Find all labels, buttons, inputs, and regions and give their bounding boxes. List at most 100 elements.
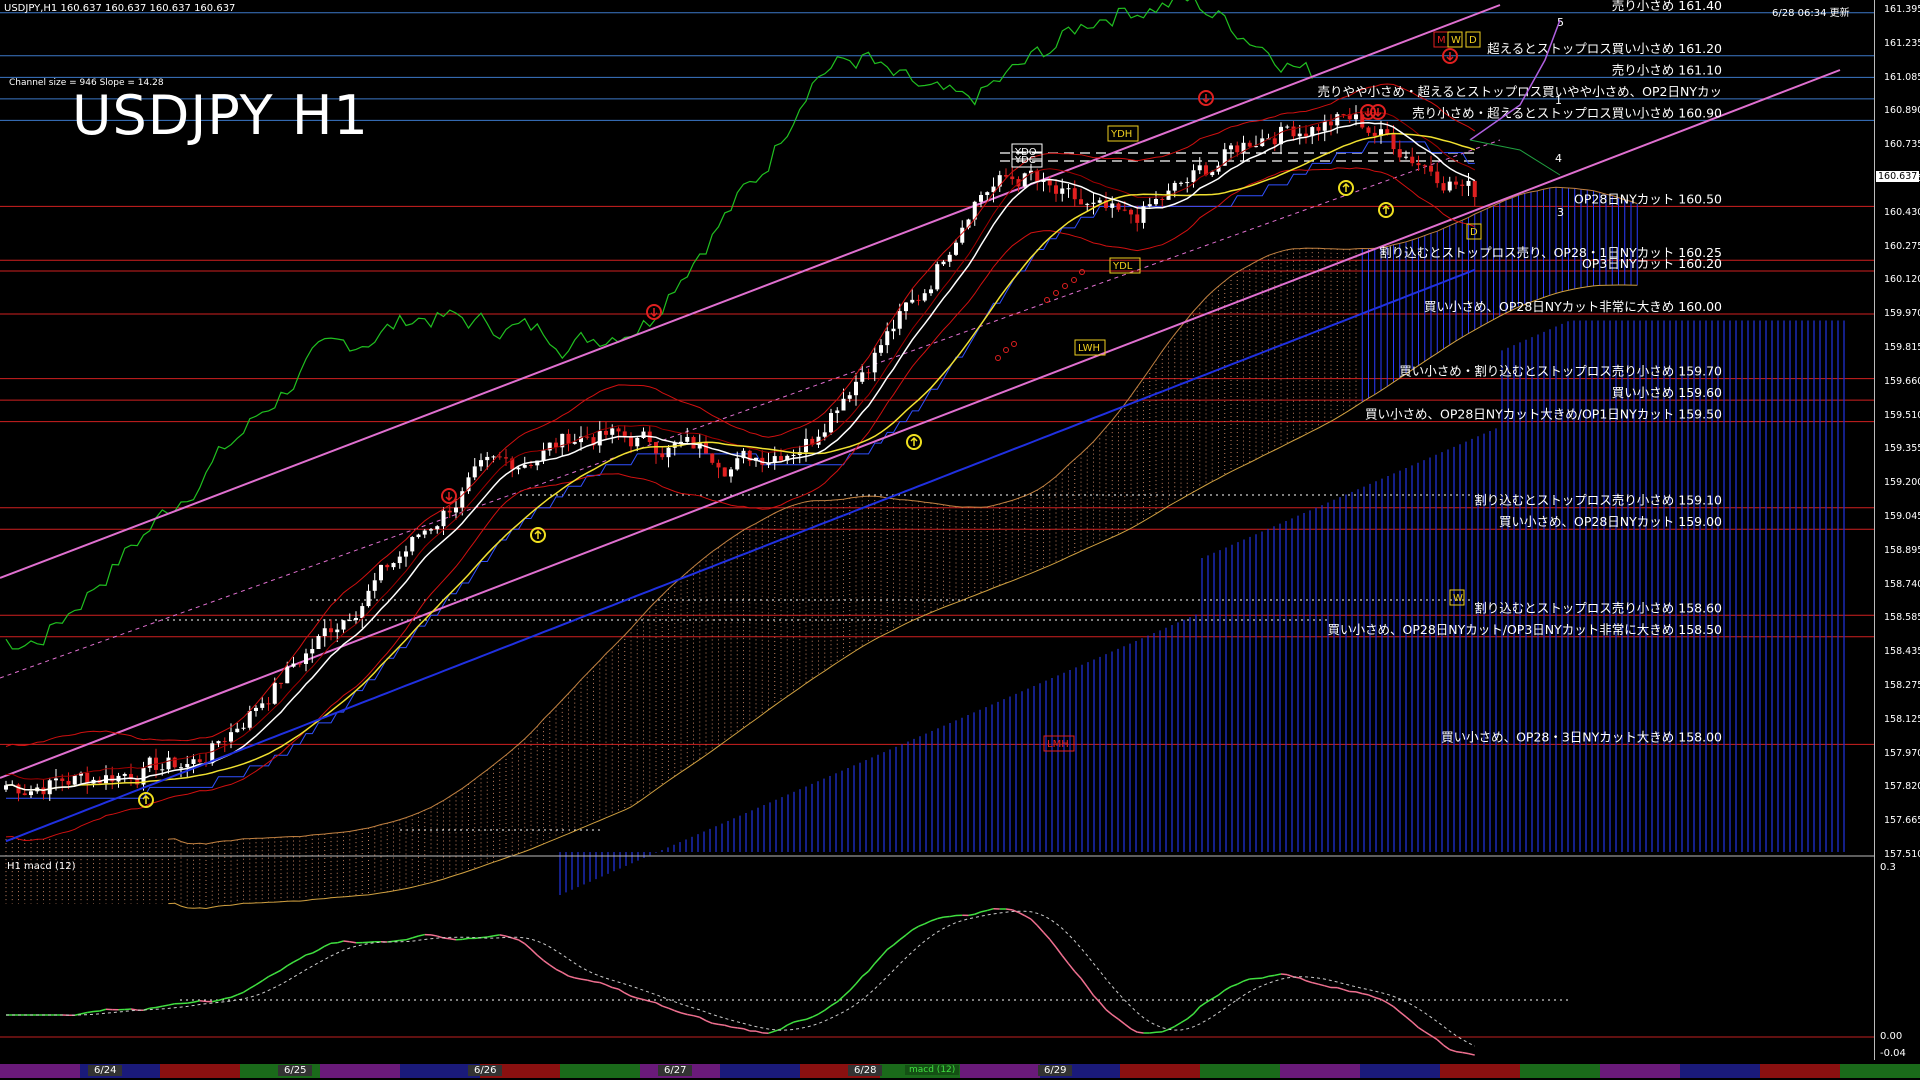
candle-body <box>1235 145 1240 153</box>
candle-body <box>16 784 21 794</box>
candle-body <box>72 775 77 785</box>
candle-body <box>1304 133 1308 137</box>
candle-body <box>654 442 658 454</box>
candle-body <box>985 192 990 196</box>
time-segment <box>1120 1064 1200 1078</box>
indicator-tag: macd (12) <box>905 1065 960 1075</box>
price-axis-tick: 157.665 <box>1884 815 1920 827</box>
candle-body <box>216 741 221 744</box>
candle-body <box>941 261 946 265</box>
candle-body <box>160 769 165 771</box>
candle-body <box>447 510 452 513</box>
candle-body <box>1291 126 1296 137</box>
candle-body <box>229 732 233 742</box>
candle-body <box>622 431 627 437</box>
macd-line <box>1137 1031 1144 1034</box>
price-axis-tick: 158.585 <box>1884 612 1920 624</box>
candle-body <box>372 580 377 591</box>
candle-body <box>1441 183 1446 191</box>
candle-body <box>1010 176 1015 180</box>
price-axis[interactable] <box>1874 0 1920 1060</box>
candle-body <box>47 780 52 795</box>
candle-body <box>147 757 152 768</box>
macd-line <box>1268 974 1275 978</box>
price-axis-tick: 159.815 <box>1884 342 1920 353</box>
price-axis-tick: 158.275 <box>1884 680 1920 691</box>
candle-body <box>554 442 558 448</box>
time-segment <box>1680 1064 1760 1078</box>
candle-body <box>1172 182 1177 191</box>
marker-monthly: M <box>1437 35 1446 46</box>
candle-body <box>585 436 590 438</box>
candle-body <box>891 328 896 332</box>
candle-body <box>335 629 340 633</box>
time-axis[interactable]: 6/24 6/25 6/26 6/27 6/28 6/29 macd (12) <box>0 1062 1920 1080</box>
current-price-tag: 160.637 <box>1876 170 1920 182</box>
candle-body <box>54 778 58 781</box>
price-axis-tick: 159.200 <box>1884 477 1920 489</box>
time-segment <box>1760 1064 1840 1078</box>
candle-body <box>779 456 783 461</box>
price-level-label: OP3日NYカット 160.20 <box>1582 256 1722 271</box>
candle-body <box>354 617 358 621</box>
price-axis-tick: 161.085 <box>1884 71 1920 83</box>
price-axis-tick: 159.970 <box>1884 308 1920 320</box>
price-axis-tick: 158.740 <box>1884 578 1920 590</box>
price-level-label: 買い小さめ、OP28・3日NYカット大きめ 158.00 <box>1441 729 1722 744</box>
candle-body <box>341 620 346 630</box>
candle-body <box>22 793 27 796</box>
price-axis-tick: 159.355 <box>1884 443 1920 455</box>
candle-body <box>191 759 196 765</box>
candle-body <box>529 464 533 466</box>
price-axis-tick: 161.235 <box>1884 37 1920 49</box>
macd-line <box>949 914 957 918</box>
update-time: 6/28 06:34 更新 <box>1772 8 1850 19</box>
candle-body <box>1135 214 1140 223</box>
candle-body <box>1285 126 1290 128</box>
price-level-label: 買い小さめ 159.60 <box>1612 385 1722 400</box>
candle-body <box>541 450 546 461</box>
time-segment <box>1280 1064 1360 1078</box>
candle-body <box>1279 126 1283 145</box>
marker-ydl: YDL <box>1112 261 1133 272</box>
candle-body <box>860 372 865 382</box>
candle-body <box>660 453 665 458</box>
candle-body <box>729 469 733 477</box>
candle-body <box>260 703 265 708</box>
price-chart[interactable]: 売り小さめ 161.40 超えるとストップロス買い小さめ 161.20 売り小さめ … <box>0 0 1920 1080</box>
candle-body <box>66 780 71 785</box>
candle-body <box>379 564 383 581</box>
candle-body <box>266 703 271 705</box>
candle-body <box>1122 209 1127 211</box>
price-level-label: 買い小さめ、OP28日NYカット 159.00 <box>1499 514 1722 529</box>
macd-line <box>718 1023 725 1027</box>
time-segment <box>560 1064 640 1078</box>
candle-body <box>1060 188 1065 194</box>
price-level-label: 買い小さめ・割り込むとストップロス売り小さめ 159.70 <box>1399 364 1722 379</box>
candle-body <box>1054 185 1058 194</box>
candle-body <box>685 436 690 442</box>
candle-body <box>479 460 483 467</box>
wave-label-1: 1 <box>1555 94 1562 107</box>
macd-line <box>393 939 400 943</box>
candle-body <box>1397 149 1402 158</box>
macd-line <box>187 1001 194 1004</box>
candle-body <box>222 741 227 743</box>
candle-body <box>1147 204 1152 207</box>
candle-body <box>366 590 371 607</box>
price-axis-tick: 157.510 <box>1884 849 1920 860</box>
candle-body <box>822 432 827 437</box>
price-axis-tick: 157.970 <box>1884 747 1920 759</box>
candle-body <box>404 551 408 557</box>
candle-body <box>1091 202 1096 204</box>
price-level-label: 割り込むとストップロス売り小さめ 158.60 <box>1474 600 1722 615</box>
time-segment <box>320 1064 400 1078</box>
candle-body <box>841 398 846 411</box>
price-level-label: 買い小さめ、OP28日NYカット非常に大きめ 160.00 <box>1424 299 1722 314</box>
price-level-label: 売りやや小さめ・超えるとストップロス買いやや小さめ、OP2日NYカッ <box>1318 84 1722 99</box>
price-axis-tick: 161.395 <box>1884 4 1920 15</box>
candle-body <box>254 707 258 711</box>
candle-body <box>1022 173 1027 187</box>
candle-body <box>304 653 308 664</box>
chart-window[interactable]: 売り小さめ 161.40 超えるとストップロス買い小さめ 161.20 売り小さめ … <box>0 0 1920 1080</box>
